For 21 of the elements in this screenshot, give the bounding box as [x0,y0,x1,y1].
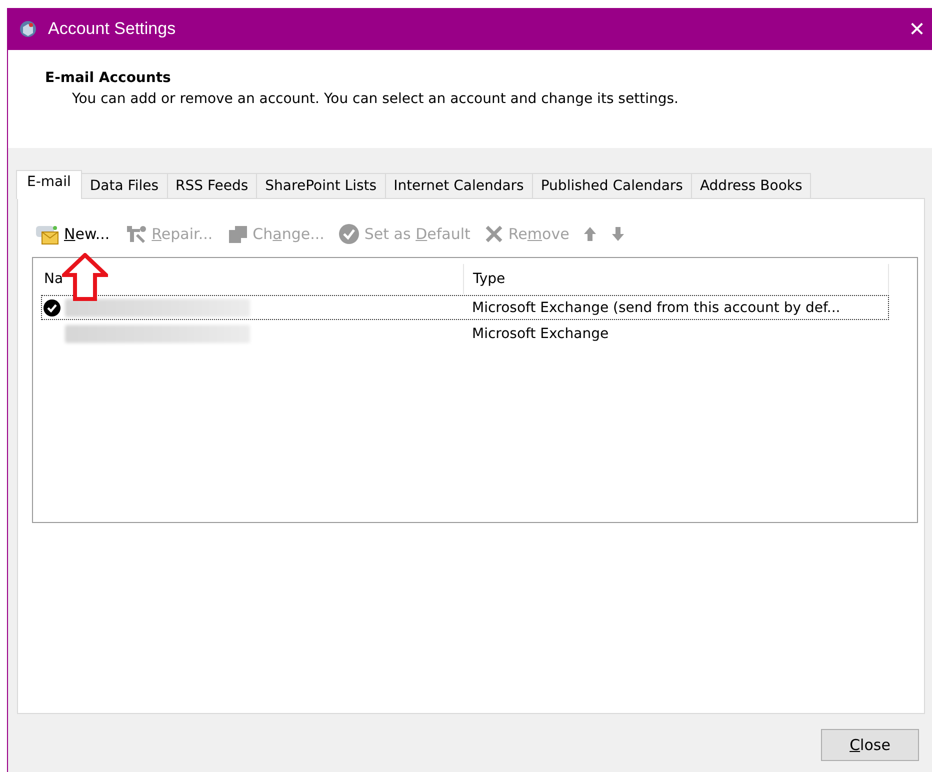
up-arrow-annotation [62,253,108,301]
pages-icon [226,224,249,244]
tab[interactable]: Address Books [690,173,812,199]
new-button[interactable]: New... [34,223,110,245]
close-icon[interactable]: ✕ [902,17,932,41]
x-icon [484,224,504,244]
down-arrow-icon [611,226,626,242]
close-button[interactable]: Close [821,729,919,761]
table-cell-text: Microsoft Exchange [471,326,610,342]
app-icon [18,19,38,39]
table-cell-text: Microsoft Exchange (send from this account by def... [471,300,842,316]
account-row[interactable]: Microsoft Exchange [41,321,889,346]
account-row[interactable]: Microsoft Exchange (send from this account by def... [41,295,889,320]
window-title: Account Settings [48,19,177,39]
check-circle-icon [338,223,360,245]
tab[interactable]: E-mail [16,170,82,199]
section-title: E-mail Accounts [45,70,172,86]
up-arrow-icon [583,226,598,242]
column-header[interactable]: Type [464,264,889,294]
mail-icon [34,223,60,245]
section-description: You can add or remove an account. You can select an account and change its settings. [71,91,680,107]
